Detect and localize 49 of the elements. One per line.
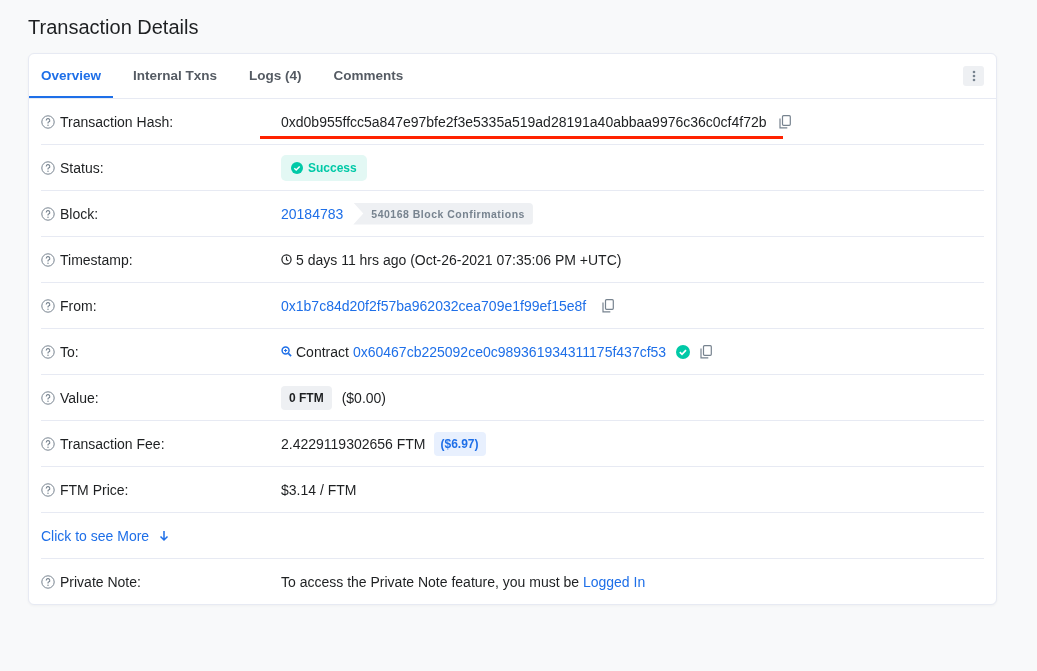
transaction-hash: 0xd0b955ffcc5a847e97bfe2f3e5335a519ad28191a40abbaa9976c36c0cf4f72b: [281, 113, 767, 130]
copy-icon[interactable]: [602, 298, 615, 313]
help-icon: [41, 390, 55, 405]
timestamp-text: 5 days 11 hrs ago (Oct-26-2021 07:35:06 PM +UTC): [296, 251, 622, 268]
field-label: To:: [60, 343, 79, 360]
field-label: Value:: [60, 389, 99, 406]
confirmations-badge: 540168 Block Confirmations: [353, 202, 533, 225]
usd-value: ($0.00): [341, 389, 387, 406]
help-icon: [41, 344, 55, 359]
address-link[interactable]: 0x1b7c84d20f2f57ba962032cea709e1f99ef15e8f: [281, 297, 587, 314]
help-icon: [41, 436, 55, 451]
clock-icon: [281, 254, 292, 265]
field-label: Private Note:: [60, 573, 141, 590]
copy-icon[interactable]: [778, 114, 791, 129]
contract-address-link[interactable]: 0x60467cb225092ce0c989361934311175f437cf53: [352, 343, 667, 360]
login-link[interactable]: Logged In: [582, 573, 646, 590]
success-badge: Success: [281, 154, 367, 181]
field-label: Transaction Fee:: [60, 435, 165, 452]
more-options-button[interactable]: [963, 66, 984, 86]
tab[interactable]: Logs (4): [237, 54, 314, 98]
help-icon: [41, 298, 55, 313]
vertical-dots-icon: [971, 70, 976, 82]
field-label: Block:: [60, 205, 99, 222]
tab[interactable]: Overview: [29, 54, 114, 98]
help-icon: [41, 206, 55, 221]
page-title: Transaction Details: [28, 16, 200, 39]
help-icon: [41, 252, 55, 267]
contract-label: Contract: [296, 343, 349, 360]
help-icon: [41, 114, 55, 129]
arrow-down-icon: [159, 529, 170, 542]
price-text: $3.14 / FTM: [281, 481, 357, 498]
field-label: From:: [60, 297, 97, 314]
search-icon: [281, 346, 292, 357]
field-label: Status:: [60, 159, 104, 176]
usd-fee-badge: ($6.97): [433, 431, 486, 456]
help-icon: [41, 160, 55, 175]
private-note-text: To access the Private Note feature, you must be Logged In: [281, 573, 646, 590]
tab[interactable]: Internal Txns: [121, 54, 230, 98]
see-more-link[interactable]: Click to see More: [41, 527, 150, 544]
copy-icon[interactable]: [700, 344, 713, 359]
field-label: Transaction Hash:: [60, 113, 174, 130]
field-label: FTM Price:: [60, 481, 129, 498]
block-link[interactable]: 20184783: [281, 205, 344, 222]
tab[interactable]: Comments: [321, 54, 416, 98]
amount-badge: 0 FTM: [281, 385, 332, 410]
fee-amount: 2.4229119302656 FTM: [281, 435, 426, 452]
help-icon: [41, 574, 55, 589]
help-icon: [41, 482, 55, 497]
field-label: Timestamp:: [60, 251, 133, 268]
